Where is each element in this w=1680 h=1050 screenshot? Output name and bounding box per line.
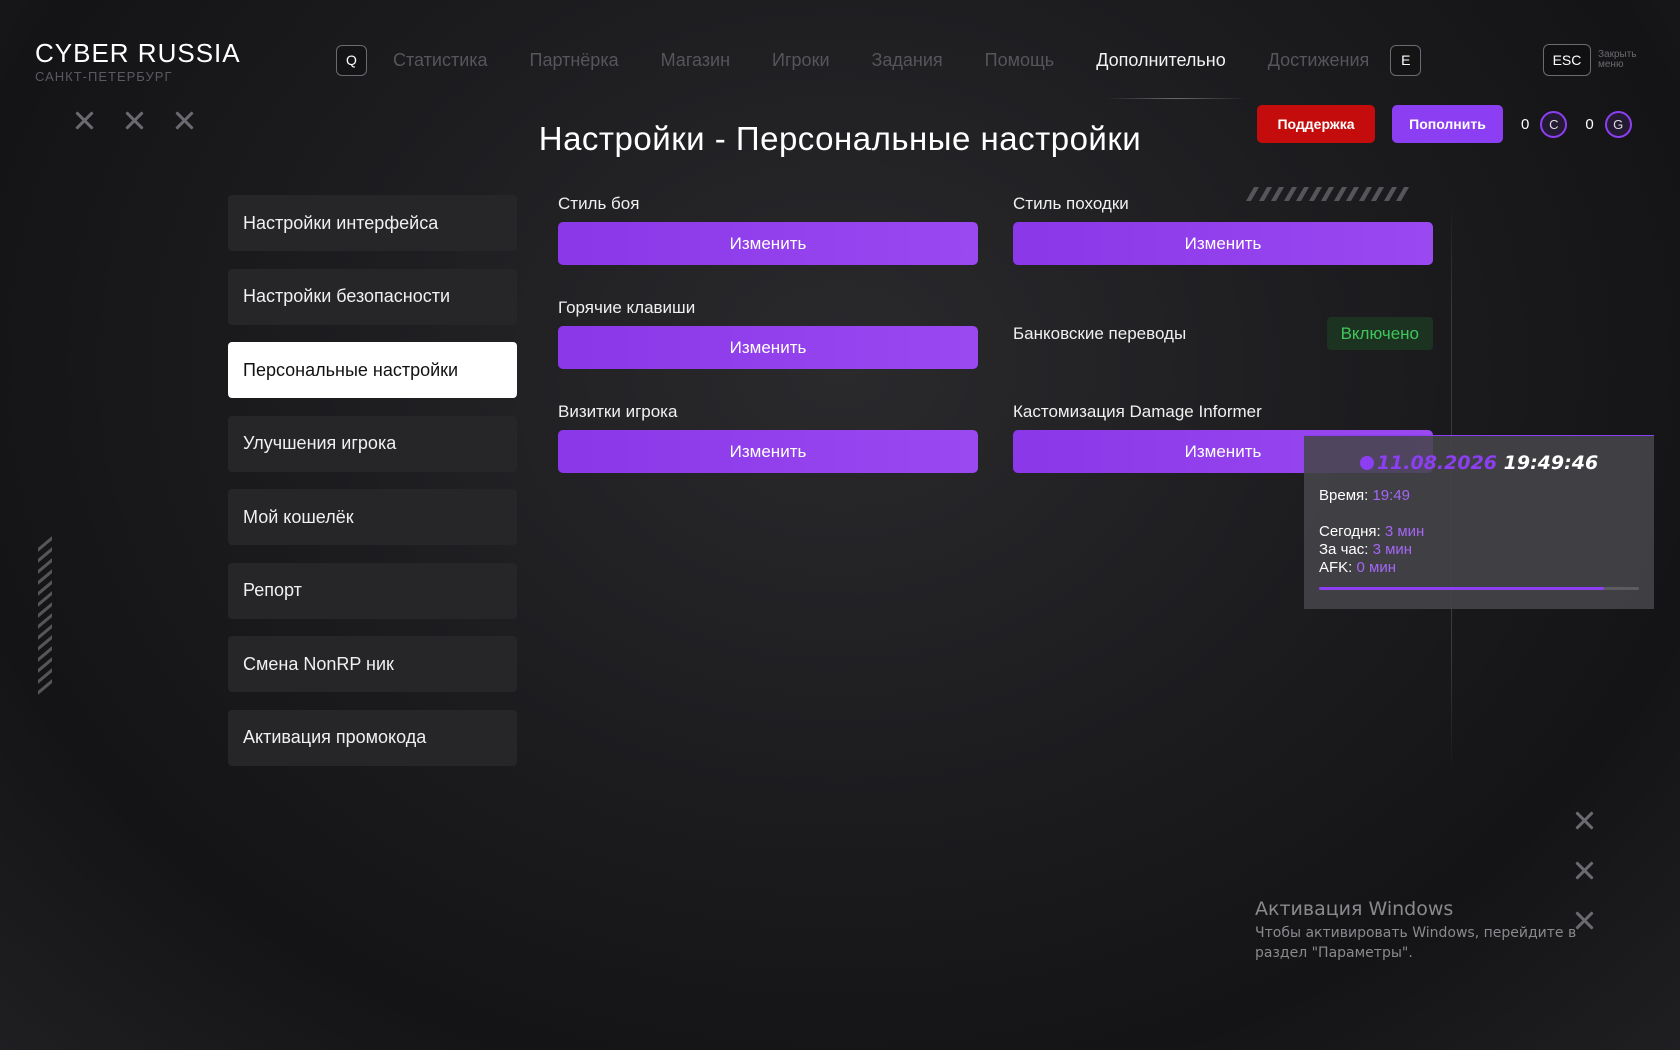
hour-value: 3 мин bbox=[1372, 541, 1413, 558]
top-actions: Поддержка Пополнить 0 C 0 G bbox=[1257, 105, 1632, 143]
nav-item-statistics[interactable]: Статистика bbox=[393, 50, 488, 71]
nav-item-players[interactable]: Игроки bbox=[772, 50, 829, 71]
afk-label: AFK: bbox=[1319, 559, 1353, 576]
setting-label: Кастомизация Damage Informer bbox=[1013, 402, 1262, 421]
change-combat-style-button[interactable]: Изменить bbox=[558, 222, 978, 265]
top-nav: Q Статистика Партнёрка Магазин Игроки За… bbox=[336, 44, 1422, 99]
sidebar-item-nonrp-nick[interactable]: Смена NonRP ник bbox=[228, 636, 517, 692]
today-row: Сегодня: 3 мин bbox=[1319, 523, 1639, 541]
sidebar-item-promocode[interactable]: Активация промокода bbox=[228, 709, 517, 766]
cross-icon bbox=[1572, 808, 1597, 833]
nav-next-key[interactable]: E bbox=[1390, 44, 1422, 76]
change-player-cards-button[interactable]: Изменить bbox=[558, 430, 978, 473]
setting-label: Горячие клавиши bbox=[558, 298, 696, 317]
currency-c: 0 C bbox=[1521, 110, 1568, 138]
close-menu[interactable]: ESC Закрыть меню bbox=[1543, 44, 1650, 76]
currency-g: 0 G bbox=[1585, 110, 1632, 138]
nav-item-achievements[interactable]: Достижения bbox=[1268, 50, 1370, 71]
nav-item-shop[interactable]: Магазин bbox=[661, 50, 730, 71]
brand-title: CYBER RUSSIA bbox=[35, 38, 241, 68]
nav-item-additional[interactable]: Дополнительно bbox=[1096, 50, 1246, 99]
setting-player-cards: Визитки игрока Изменить bbox=[558, 402, 978, 473]
nav-prev-key[interactable]: Q bbox=[336, 44, 367, 76]
nav-item-tasks[interactable]: Задания bbox=[872, 50, 943, 71]
brand-logo: CYBER RUSSIA САНКТ-ПЕТЕРБУРГ bbox=[35, 38, 241, 84]
afk-row: AFK: 0 мин bbox=[1319, 559, 1639, 577]
today-label: Сегодня: bbox=[1319, 523, 1381, 540]
sidebar-item-upgrades[interactable]: Улучшения игрока bbox=[228, 415, 517, 472]
session-progress-bar bbox=[1319, 587, 1639, 590]
support-button[interactable]: Поддержка bbox=[1257, 105, 1375, 143]
session-progress-fill bbox=[1319, 587, 1604, 590]
topup-button[interactable]: Пополнить bbox=[1392, 105, 1503, 143]
nav-item-partner[interactable]: Партнёрка bbox=[530, 50, 619, 71]
decor-stripes-top bbox=[1245, 187, 1410, 201]
current-clock: 19:49:46 bbox=[1503, 452, 1599, 474]
currency-c-value: 0 bbox=[1521, 115, 1530, 133]
sidebar-item-interface[interactable]: Настройки интерфейса bbox=[228, 195, 517, 251]
time-row: Время: 19:49 bbox=[1319, 487, 1639, 505]
esc-key[interactable]: ESC bbox=[1543, 44, 1591, 76]
time-overlay: 11.08.2026 19:49:46 Время: 19:49 Сегодня… bbox=[1304, 435, 1654, 609]
watermark-text: Чтобы активировать Windows, перейдите в … bbox=[1255, 925, 1577, 961]
coin-g-icon: G bbox=[1604, 110, 1632, 138]
currency-g-value: 0 bbox=[1585, 115, 1594, 133]
sidebar-item-report[interactable]: Репорт bbox=[228, 562, 517, 619]
close-menu-label: Закрыть меню bbox=[1598, 49, 1637, 70]
current-date: 11.08.2026 bbox=[1376, 452, 1498, 474]
change-hotkeys-button[interactable]: Изменить bbox=[558, 326, 978, 369]
bank-transfers-toggle[interactable]: Включено bbox=[1326, 317, 1433, 350]
sidebar-item-security[interactable]: Настройки безопасности bbox=[228, 268, 517, 325]
time-header: 11.08.2026 19:49:46 bbox=[1319, 452, 1639, 474]
nav-item-help[interactable]: Помощь bbox=[985, 50, 1055, 71]
setting-combat-style: Стиль боя Изменить bbox=[558, 194, 978, 265]
setting-hotkeys: Горячие клавиши Изменить bbox=[558, 298, 978, 369]
hour-row: За час: 3 мин bbox=[1319, 541, 1639, 559]
setting-walk-style: Стиль походки Изменить bbox=[1013, 194, 1433, 265]
time-label: Время: bbox=[1319, 487, 1369, 504]
watermark-title: Активация Windows bbox=[1255, 898, 1454, 920]
settings-sidebar: Настройки интерфейса Настройки безопасно… bbox=[228, 195, 517, 783]
time-value: 19:49 bbox=[1372, 487, 1411, 504]
today-value: 3 мин bbox=[1384, 523, 1425, 540]
decor-stripes-left bbox=[38, 536, 52, 695]
sidebar-item-personal[interactable]: Персональные настройки bbox=[228, 342, 517, 398]
setting-bank-transfers: Банковские переводы Включено bbox=[1013, 317, 1433, 350]
sidebar-item-wallet[interactable]: Мой кошелёк bbox=[228, 489, 517, 545]
setting-label: Стиль боя bbox=[558, 194, 640, 213]
clock-icon bbox=[1359, 456, 1374, 470]
afk-value: 0 мин bbox=[1356, 559, 1397, 576]
setting-label: Банковские переводы bbox=[1013, 323, 1187, 343]
setting-label: Визитки игрока bbox=[558, 402, 678, 421]
cross-icon bbox=[1572, 858, 1597, 883]
brand-subtitle: САНКТ-ПЕТЕРБУРГ bbox=[35, 69, 173, 84]
coin-c-icon: C bbox=[1540, 110, 1568, 138]
windows-activation-watermark: Активация Windows Чтобы активировать Win… bbox=[1255, 898, 1625, 963]
change-walk-style-button[interactable]: Изменить bbox=[1013, 222, 1433, 265]
hour-label: За час: bbox=[1319, 541, 1369, 558]
